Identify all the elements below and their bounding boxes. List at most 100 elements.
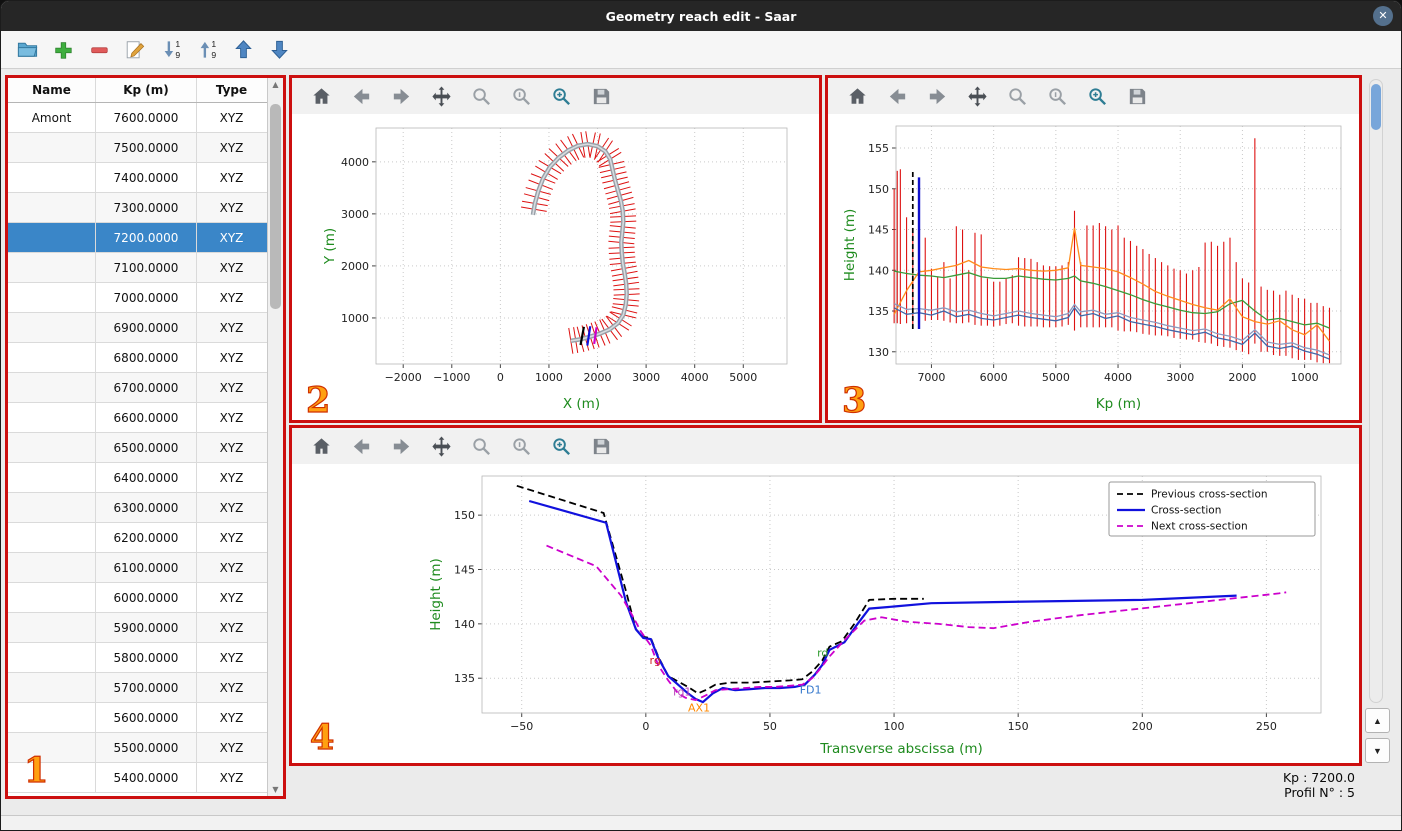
cell-name [8, 463, 96, 492]
home-button[interactable] [308, 433, 334, 459]
profile-up-button[interactable]: ▲ [1365, 708, 1390, 733]
subplots-button[interactable] [1044, 83, 1070, 109]
subplots-icon [512, 437, 530, 455]
open-file-button[interactable] [13, 36, 41, 64]
table-scroll-up-icon[interactable]: ▲ [268, 80, 283, 89]
zoom-button[interactable] [468, 83, 494, 109]
table-row[interactable]: 6700.0000 XYZ [8, 373, 267, 403]
table-row[interactable]: 7300.0000 XYZ [8, 193, 267, 223]
back-button[interactable] [348, 433, 374, 459]
home-button[interactable] [308, 83, 334, 109]
add-profile-button[interactable] [49, 36, 77, 64]
table-row[interactable]: 7100.0000 XYZ [8, 253, 267, 283]
profile-down-button[interactable]: ▼ [1365, 738, 1390, 763]
table-row[interactable]: 6800.0000 XYZ [8, 343, 267, 373]
up-arrow-icon [234, 40, 252, 59]
move-down-button[interactable] [265, 36, 293, 64]
table-row[interactable]: 6400.0000 XYZ [8, 463, 267, 493]
table-row[interactable]: 7500.0000 XYZ [8, 133, 267, 163]
table-row[interactable]: 6300.0000 XYZ [8, 493, 267, 523]
cell-kp: 6300.0000 [96, 493, 197, 522]
longitudinal-profile-chart[interactable]: 7000 6000 5000 4000 3000 2000 1000 130 135 140 145… [828, 114, 1357, 418]
column-header-name[interactable]: Name [8, 78, 96, 102]
svg-text:3000: 3000 [341, 208, 369, 221]
cross-section-chart[interactable]: −50 0 50 100 150 200 250 135 140 145 150 Transverse… [292, 464, 1357, 763]
back-icon [889, 88, 905, 104]
remove-profile-button[interactable] [85, 36, 113, 64]
svg-text:150: 150 [868, 183, 889, 196]
svg-text:Y (m): Y (m) [322, 228, 338, 265]
svg-text:−50: −50 [510, 720, 533, 733]
table-row[interactable]: 5600.0000 XYZ [8, 703, 267, 733]
customize-button[interactable] [1084, 83, 1110, 109]
table-row[interactable]: 6500.0000 XYZ [8, 433, 267, 463]
cell-type: XYZ [219, 140, 244, 155]
zoom-button[interactable] [1004, 83, 1030, 109]
plan-view-chart[interactable]: −2000 −1000 0 1000 2000 3000 4000 5000 1000 2000 3… [292, 114, 817, 418]
subplots-icon [512, 87, 530, 105]
cell-name [8, 643, 96, 672]
svg-text:2000: 2000 [341, 260, 369, 273]
subplots-button[interactable] [508, 433, 534, 459]
cell-name [8, 403, 96, 432]
move-up-button[interactable] [229, 36, 257, 64]
table-row[interactable]: 6600.0000 XYZ [8, 403, 267, 433]
forward-button[interactable] [924, 83, 950, 109]
cell-type: XYZ [219, 200, 244, 215]
svg-text:rg: rg [650, 654, 661, 667]
save-button[interactable] [588, 83, 614, 109]
svg-text:135: 135 [454, 672, 475, 685]
cell-type: XYZ [219, 770, 244, 785]
svg-text:FD1: FD1 [800, 683, 822, 696]
table-row[interactable]: 7200.0000 XYZ [8, 223, 267, 253]
up-triangle-icon: ▲ [1373, 715, 1382, 726]
sort-descending-button[interactable]: 19 [193, 36, 221, 64]
pan-button[interactable] [428, 83, 454, 109]
subplots-button[interactable] [508, 83, 534, 109]
customize-button[interactable] [548, 433, 574, 459]
customize-button[interactable] [548, 83, 574, 109]
plus-icon [55, 41, 72, 59]
table-row[interactable]: 7000.0000 XYZ [8, 283, 267, 313]
save-button[interactable] [588, 433, 614, 459]
pan-button[interactable] [428, 433, 454, 459]
forward-button[interactable] [388, 83, 414, 109]
table-row[interactable]: 7400.0000 XYZ [8, 163, 267, 193]
home-button[interactable] [844, 83, 870, 109]
table-row[interactable]: Amont 7600.0000 XYZ [8, 103, 267, 133]
zoom-button[interactable] [468, 433, 494, 459]
table-row[interactable]: 5900.0000 XYZ [8, 613, 267, 643]
pan-icon [431, 85, 451, 107]
cell-type: XYZ [219, 470, 244, 485]
table-row[interactable]: 6900.0000 XYZ [8, 313, 267, 343]
pan-button[interactable] [964, 83, 990, 109]
close-button[interactable]: ✕ [1373, 6, 1393, 26]
forward-button[interactable] [388, 433, 414, 459]
table-row[interactable]: 6000.0000 XYZ [8, 583, 267, 613]
back-button[interactable] [884, 83, 910, 109]
table-row[interactable]: 6100.0000 XYZ [8, 553, 267, 583]
table-scroll-down-icon[interactable]: ▼ [268, 785, 283, 794]
cell-name [8, 523, 96, 552]
cell-type: XYZ [197, 223, 266, 252]
window-scrollbar-thumb[interactable] [1371, 84, 1381, 130]
table-scrollbar-thumb[interactable] [270, 104, 281, 309]
back-button[interactable] [348, 83, 374, 109]
save-button[interactable] [1124, 83, 1150, 109]
table-row[interactable]: 5700.0000 XYZ [8, 673, 267, 703]
sort-ascending-button[interactable]: 19 [157, 36, 185, 64]
window-scrollbar[interactable] [1369, 79, 1383, 703]
cell-kp: 7000.0000 [96, 283, 197, 312]
cell-name [8, 253, 96, 282]
svg-text:Previous cross-section: Previous cross-section [1151, 489, 1268, 501]
table-scrollbar[interactable]: ▲ ▼ [267, 78, 283, 796]
legend: Previous cross-section Cross-section Next … [1108, 481, 1316, 537]
column-header-type[interactable]: Type [197, 78, 266, 102]
titlebar: Geometry reach edit - Saar ✕ [1, 1, 1401, 31]
edit-profile-button[interactable] [121, 36, 149, 64]
svg-text:150: 150 [454, 509, 475, 522]
column-header-kp[interactable]: Kp (m) [96, 78, 197, 102]
table-row[interactable]: 6200.0000 XYZ [8, 523, 267, 553]
back-icon [353, 88, 369, 104]
table-row[interactable]: 5800.0000 XYZ [8, 643, 267, 673]
